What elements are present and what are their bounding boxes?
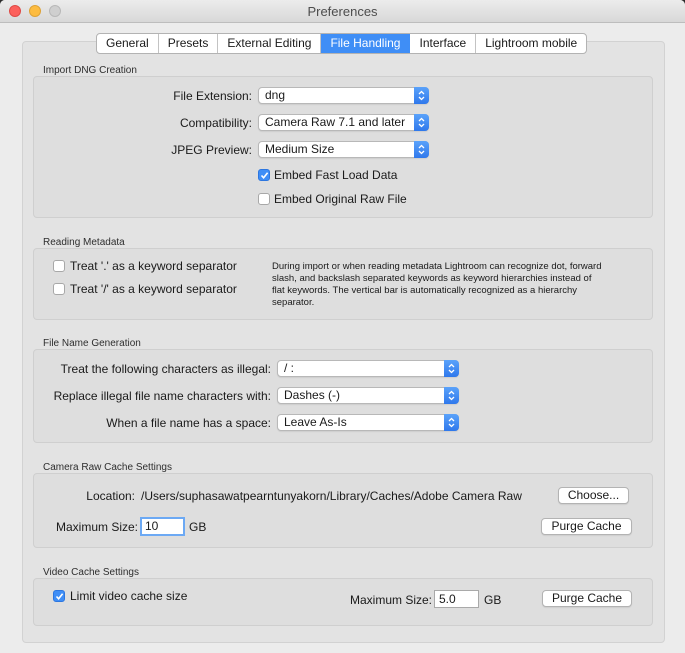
- tab-file-handling[interactable]: File Handling: [321, 34, 411, 53]
- limit-video-cache-checkbox[interactable]: [53, 590, 65, 602]
- popup-arrows-icon: [444, 414, 459, 431]
- illegal-characters-popup[interactable]: / :: [277, 360, 459, 377]
- popup-arrows-icon: [444, 360, 459, 377]
- replace-characters-value: Dashes (-): [284, 388, 341, 402]
- tab-general[interactable]: General: [97, 34, 159, 53]
- file-extension-popup[interactable]: dng: [258, 87, 429, 104]
- embed-original-label: Embed Original Raw File: [274, 192, 407, 206]
- space-handling-value: Leave As-Is: [284, 415, 347, 429]
- preferences-window: Preferences General Presets External Edi…: [0, 0, 685, 653]
- dot-separator-checkbox[interactable]: [53, 260, 65, 272]
- popup-arrows-icon: [444, 387, 459, 404]
- video-cache-max-size-input[interactable]: 5.0: [434, 590, 479, 608]
- checkmark-icon: [260, 172, 269, 180]
- choose-location-button[interactable]: Choose...: [558, 487, 629, 504]
- tab-lightroom-mobile[interactable]: Lightroom mobile: [476, 34, 586, 53]
- file-name-generation-heading: File Name Generation: [43, 338, 141, 349]
- keyword-separator-description: During import or when reading metadata L…: [272, 261, 602, 308]
- file-extension-value: dng: [265, 88, 286, 102]
- slash-separator-label: Treat '/' as a keyword separator: [70, 282, 237, 296]
- popup-arrows-icon: [414, 87, 429, 104]
- compatibility-value: Camera Raw 7.1 and later: [265, 115, 406, 129]
- cache-location-label: Location:: [86, 489, 135, 503]
- tab-interface[interactable]: Interface: [410, 34, 477, 53]
- camera-raw-cache-heading: Camera Raw Cache Settings: [43, 462, 172, 473]
- embed-fast-load-label: Embed Fast Load Data: [274, 168, 398, 182]
- limit-video-cache-label: Limit video cache size: [70, 589, 188, 603]
- video-cache-unit: GB: [484, 593, 502, 607]
- purge-video-cache-button[interactable]: Purge Cache: [542, 590, 632, 607]
- raw-cache-unit: GB: [189, 520, 207, 534]
- space-handling-popup[interactable]: Leave As-Is: [277, 414, 459, 431]
- title-bar: Preferences: [0, 0, 685, 23]
- file-extension-label: File Extension:: [173, 89, 252, 103]
- space-handling-label: When a file name has a space:: [106, 416, 271, 430]
- embed-original-checkbox[interactable]: [258, 193, 270, 205]
- replace-characters-popup[interactable]: Dashes (-): [277, 387, 459, 404]
- cache-location-path: /Users/suphasawatpearntunyakorn/Library/…: [141, 489, 522, 503]
- embed-fast-load-checkbox[interactable]: [258, 169, 270, 181]
- import-dng-heading: Import DNG Creation: [43, 65, 137, 76]
- tab-external-editing[interactable]: External Editing: [218, 34, 322, 53]
- jpeg-preview-value: Medium Size: [265, 142, 335, 156]
- compatibility-label: Compatibility:: [179, 116, 252, 130]
- illegal-characters-label: Treat the following characters as illega…: [60, 362, 271, 376]
- replace-characters-label: Replace illegal file name characters wit…: [53, 389, 271, 403]
- raw-cache-max-size-input[interactable]: 10: [140, 517, 185, 536]
- compatibility-popup[interactable]: Camera Raw 7.1 and later: [258, 114, 429, 131]
- camera-raw-cache-group: [33, 473, 653, 548]
- raw-cache-max-size-label: Maximum Size:: [56, 520, 139, 534]
- purge-raw-cache-button[interactable]: Purge Cache: [541, 518, 632, 535]
- illegal-characters-value: / :: [284, 361, 295, 375]
- popup-arrows-icon: [414, 114, 429, 131]
- tab-bar: General Presets External Editing File Ha…: [96, 33, 588, 54]
- video-cache-heading: Video Cache Settings: [43, 567, 139, 578]
- tab-presets[interactable]: Presets: [159, 34, 219, 53]
- jpeg-preview-popup[interactable]: Medium Size: [258, 141, 429, 158]
- jpeg-preview-label: JPEG Preview:: [171, 143, 252, 157]
- popup-arrows-icon: [414, 141, 429, 158]
- reading-metadata-heading: Reading Metadata: [43, 237, 125, 248]
- video-cache-max-size-label: Maximum Size:: [350, 593, 433, 607]
- dot-separator-label: Treat '.' as a keyword separator: [70, 259, 237, 273]
- checkmark-icon: [55, 593, 64, 601]
- slash-separator-checkbox[interactable]: [53, 283, 65, 295]
- window-title: Preferences: [307, 4, 378, 19]
